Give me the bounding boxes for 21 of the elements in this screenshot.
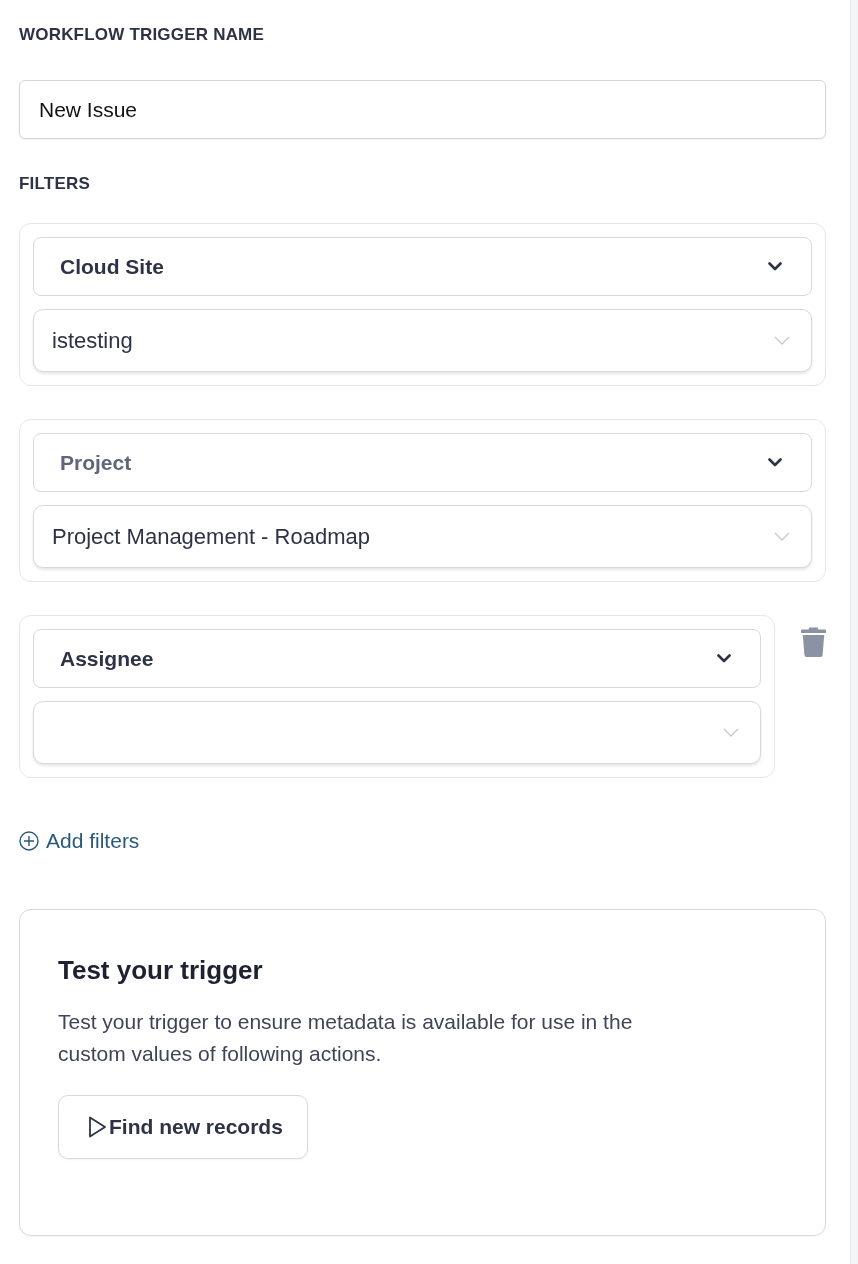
chevron-down-icon: [768, 262, 782, 271]
trigger-name-input[interactable]: New Issue: [19, 80, 826, 139]
chevron-down-icon: [774, 532, 790, 541]
field-select[interactable]: Cloud Site: [33, 237, 812, 296]
field-select[interactable]: Assignee: [33, 629, 761, 688]
plus-circle-icon: [19, 831, 39, 851]
chevron-down-icon: [723, 728, 739, 737]
value-select[interactable]: [33, 701, 761, 764]
add-filters-link[interactable]: Add filters: [19, 829, 140, 853]
find-new-records-button[interactable]: Find new records: [58, 1095, 308, 1159]
chevron-down-icon: [774, 336, 790, 345]
card-title: Test your trigger: [58, 954, 263, 986]
chevron-down-icon: [717, 654, 731, 663]
section-label: FILTERS: [19, 174, 90, 194]
play-icon: [87, 1115, 107, 1139]
value-select[interactable]: istesting: [33, 309, 812, 372]
trash-icon[interactable]: [801, 627, 826, 657]
field-label: WORKFLOW TRIGGER NAME: [19, 25, 264, 45]
chevron-down-icon: [768, 458, 782, 467]
value-select[interactable]: Project Management - Roadmap: [33, 505, 812, 568]
card-description: Test your trigger to ensure metadata is available for use in the custom values of following actions.: [58, 1009, 634, 1067]
